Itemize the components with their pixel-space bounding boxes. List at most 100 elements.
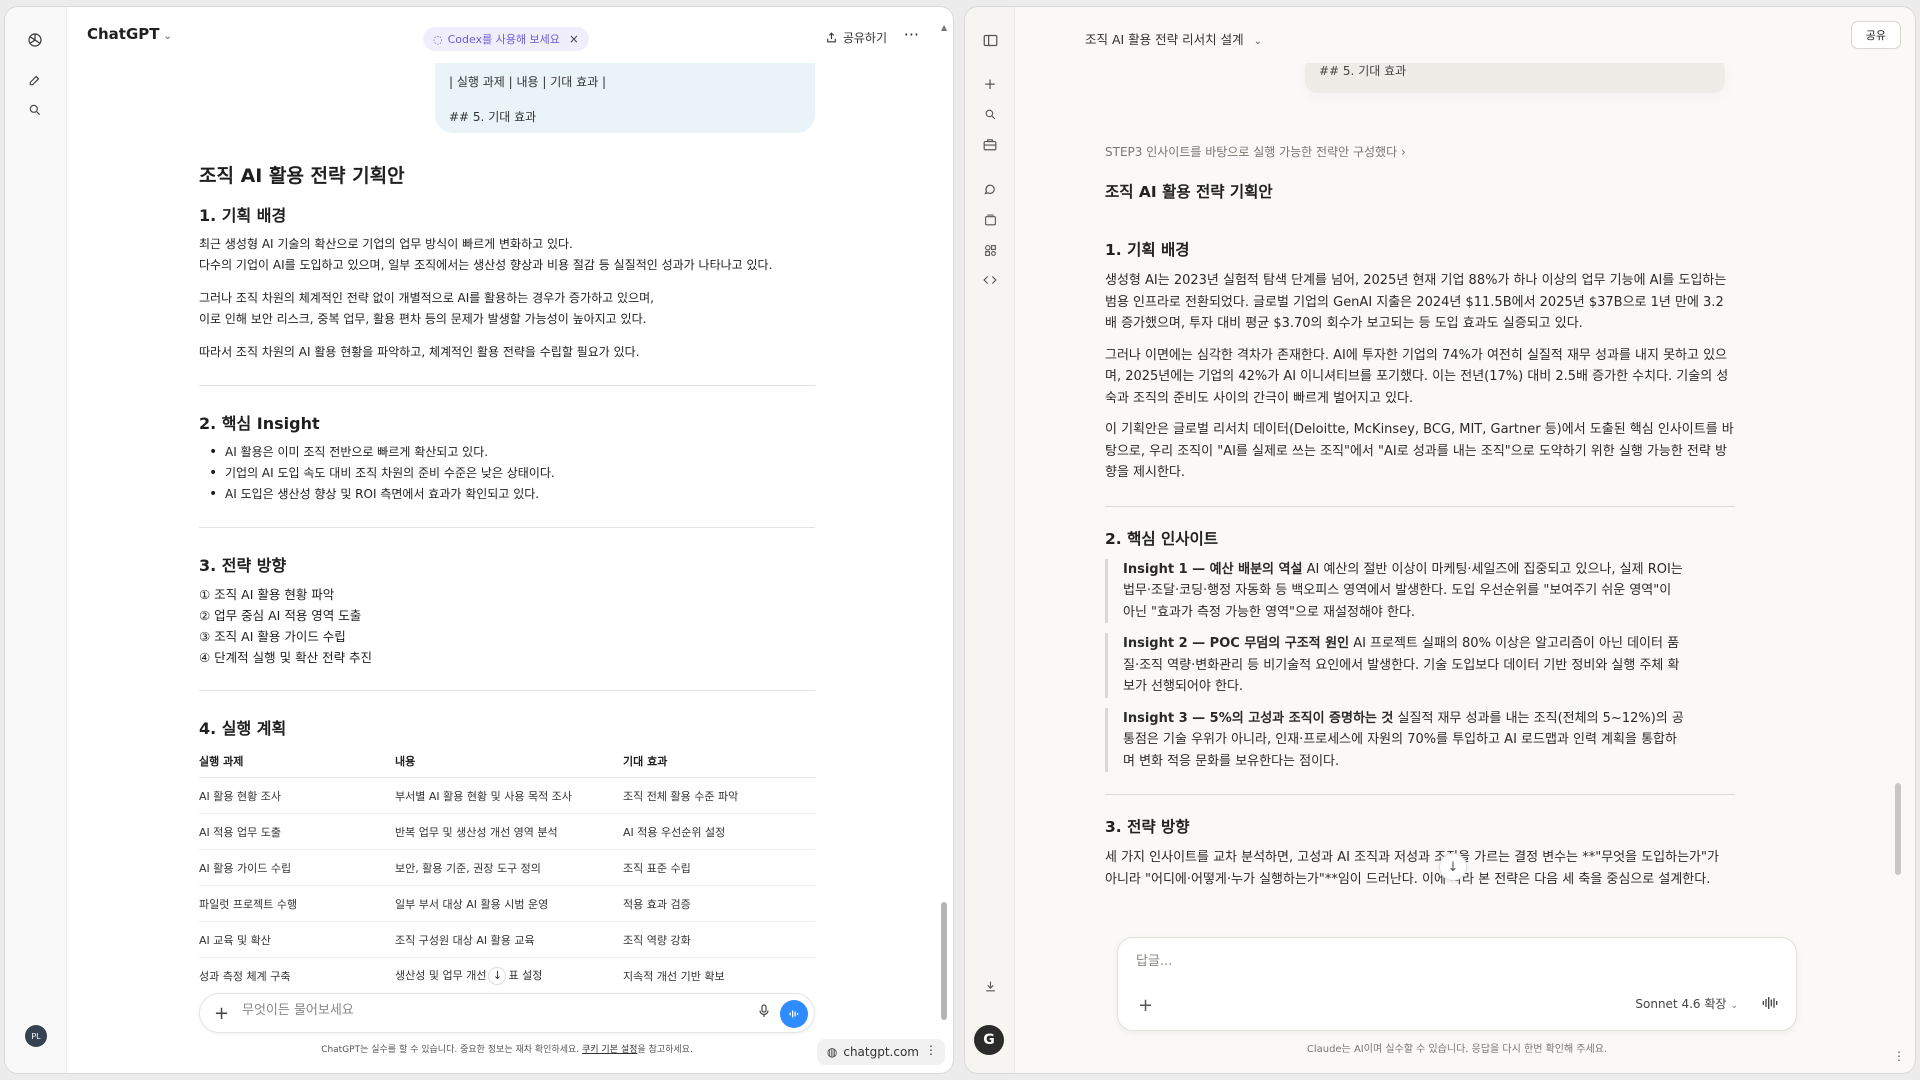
paragraph: 이로 인해 보안 리스크, 중복 업무, 활용 편차 등의 문제가 발생할 가능… — [199, 312, 647, 326]
thinking-summary[interactable]: STEP3 인사이트를 바탕으로 실행 가능한 전략안 구성했다 › — [1105, 143, 1735, 160]
chevron-right-icon: › — [1400, 145, 1406, 159]
conversation-title[interactable]: 조직 AI 활용 전략 리서치 설계 ⌄ — [1085, 29, 1262, 48]
section-heading: 1. 기획 배경 — [1105, 241, 1190, 259]
strategy-list: ① 조직 AI 활용 현황 파악 ② 업무 중심 AI 적용 영역 도출 ③ 조… — [199, 584, 815, 668]
section-heading: 4. 실행 계획 — [199, 719, 287, 738]
paragraph: 다수의 기업이 AI를 도입하고 있으며, 일부 조직에서는 생산성 향상과 비… — [199, 258, 773, 272]
insight-quote: Insight 2 — POC 무덤의 구조적 원인 AI 프로젝트 실패의 8… — [1105, 633, 1685, 698]
model-selector[interactable]: ChatGPT ⌄ — [87, 25, 172, 43]
assistant-response: 조직 AI 활용 전략 기획안 1. 기획 배경 최근 생성형 AI 기술의 확… — [199, 161, 815, 987]
section-heading: 3. 전략 방향 — [1105, 818, 1190, 836]
sidebar-toggle-icon[interactable] — [975, 25, 1005, 55]
brand-label: ChatGPT — [87, 25, 160, 43]
insight-quote: Insight 1 — 예산 배분의 역설 AI 예산의 절반 이상이 마케팅·… — [1105, 558, 1685, 623]
cookie-settings-link[interactable]: 쿠키 기본 설정 — [582, 1045, 637, 1055]
user-avatar[interactable]: G — [974, 1025, 1004, 1055]
waveform-icon — [789, 1010, 799, 1018]
chat-composer[interactable]: + — [199, 993, 815, 1033]
new-chat-plus-icon[interactable]: + — [975, 69, 1005, 99]
new-chat-icon[interactable] — [20, 65, 50, 95]
scrollbar-track[interactable]: ▲ — [941, 23, 949, 1003]
scrollbar-thumb[interactable] — [941, 902, 947, 1020]
table-row: 파일럿 프로젝트 수행 일부 부서 대상 AI 활용 시범 운영 적용 효과 검… — [199, 885, 815, 922]
code-icon[interactable] — [975, 265, 1005, 295]
share-button[interactable]: 공유 — [1850, 21, 1901, 49]
model-label: Sonnet 4.6 확장 — [1635, 997, 1727, 1011]
list-item: AI 도입은 생산성 향상 및 ROI 측면에서 효과가 확인되고 있다. — [199, 484, 815, 505]
briefcase-icon[interactable] — [975, 129, 1005, 159]
table-cell: AI 적용 우선순위 설정 — [623, 813, 815, 850]
chevron-down-icon: ⌄ — [1730, 1001, 1738, 1011]
table-cell: 조직 역량 강화 — [623, 921, 815, 958]
share-icon — [826, 32, 836, 43]
insight-title: Insight 3 — 5%의 고성과 조직이 증명하는 것 — [1123, 710, 1394, 726]
chats-icon[interactable] — [975, 175, 1005, 205]
insight-title: Insight 1 — 예산 배분의 역설 — [1123, 561, 1303, 577]
chatgpt-conversation[interactable]: | 실행 과제 | 내용 | 기대 효과 | ## 5. 기대 효과 조직 AI… — [67, 63, 937, 987]
insight-title: Insight 2 — POC 무덤의 구조적 원인 — [1123, 636, 1350, 651]
table-cell: AI 적용 업무 도출 — [199, 813, 395, 850]
table-row: AI 활용 현황 조사 부서별 AI 활용 현황 및 사용 목적 조사 조직 전… — [199, 777, 815, 814]
column-header: 내용 — [395, 747, 623, 778]
execution-plan-table: 실행 과제 내용 기대 효과 AI 활용 현황 조사 부서별 AI 활용 현황 … — [199, 747, 815, 987]
claude-header: 조직 AI 활용 전략 리서치 설계 ⌄ 공유 — [1015, 7, 1915, 63]
user-message-bubble: ## 5. 기대 효과 — [1305, 63, 1725, 93]
more-options-icon[interactable]: ··· — [904, 25, 919, 44]
column-header: 기대 효과 — [623, 747, 815, 778]
section-heading: 3. 전략 방향 — [199, 556, 287, 575]
user-avatar[interactable]: PL — [25, 1025, 47, 1047]
assistant-response: STEP3 인사이트를 바탕으로 실행 가능한 전략안 구성했다 › 조직 AI… — [1105, 143, 1735, 890]
artifacts-icon[interactable] — [975, 235, 1005, 265]
section-heading: 1. 기획 배경 — [199, 206, 287, 225]
insight-quote: Insight 3 — 5%의 고성과 조직이 증명하는 것 실질적 재무 성과… — [1105, 707, 1685, 772]
reply-composer[interactable]: + Sonnet 4.6 확장⌄ — [1117, 937, 1797, 1031]
table-cell: 조직 전체 활용 수준 파악 — [623, 777, 815, 814]
projects-icon[interactable] — [975, 205, 1005, 235]
scroll-to-bottom-icon[interactable]: ↓ — [1439, 853, 1467, 881]
scroll-down-icon[interactable]: ↓ — [488, 966, 507, 985]
cell-text: 생산성 및 업무 개선 — [395, 968, 487, 982]
microphone-icon[interactable] — [758, 1004, 770, 1022]
table-cell: 조직 표준 수립 — [623, 849, 815, 886]
insight-list: AI 활용은 이미 조직 전반으로 빠르게 확산되고 있다. 기업의 AI 도입… — [199, 442, 815, 505]
add-attachment-icon[interactable]: + — [214, 1003, 229, 1024]
voice-mode-button[interactable] — [780, 1000, 808, 1028]
codex-promo-pill[interactable]: ◌ Codex를 사용해 보세요 × — [423, 27, 589, 51]
voice-waveform-icon[interactable] — [1762, 996, 1778, 1014]
table-cell: AI 활용 현황 조사 — [199, 777, 395, 814]
cell-text-suffix: 표 설정 — [508, 968, 543, 982]
model-selector[interactable]: Sonnet 4.6 확장 ⌄ — [1635, 995, 1738, 1012]
thinking-summary-label: STEP3 인사이트를 바탕으로 실행 가능한 전략안 구성했다 — [1105, 145, 1398, 159]
scroll-up-arrow-icon[interactable]: ▲ — [941, 23, 947, 32]
paragraph: 따라서 조직 차원의 AI 활용 현황을 파악하고, 체계적인 활용 전략을 수… — [199, 345, 640, 359]
scrollbar-thumb[interactable] — [1895, 783, 1901, 875]
site-badge[interactable]: ◍ chatgpt.com ⋮ — [816, 1039, 945, 1065]
share-button[interactable]: 공유하기 — [825, 29, 887, 46]
download-icon[interactable] — [975, 971, 1005, 1001]
share-label: 공유하기 — [842, 31, 887, 45]
table-cell: 성과 측정 체계 구축 — [199, 957, 395, 987]
add-attachment-icon[interactable]: + — [1138, 995, 1153, 1016]
paragraph: 세 가지 인사이트를 교차 분석하면, 고성과 AI 조직과 저성과 조직을 가… — [1105, 850, 1719, 887]
list-item: 기업의 AI 도입 속도 대비 조직 차원의 준비 수준은 낮은 상태이다. — [199, 463, 815, 484]
search-icon[interactable] — [20, 95, 50, 125]
openai-logo-icon[interactable] — [20, 25, 50, 55]
paragraph: 그러나 조직 차원의 체계적인 전략 없이 개별적으로 AI를 활용하는 경우가… — [199, 291, 654, 305]
reply-input[interactable] — [1136, 954, 1736, 969]
more-vertical-icon[interactable]: ⋮ — [925, 1043, 937, 1057]
table-cell: 반복 업무 및 생산성 개선 영역 분석 — [395, 813, 623, 850]
disclaimer: ChatGPT는 실수를 할 수 있습니다. 중요한 정보는 재차 확인하세요.… — [199, 1042, 815, 1055]
claude-conversation[interactable]: ## 5. 기대 효과 STEP3 인사이트를 바탕으로 실행 가능한 전략안 … — [1015, 63, 1899, 963]
list-item: ④ 단계적 실행 및 확산 전략 추진 — [199, 650, 373, 665]
table-cell: 부서별 AI 활용 현황 및 사용 목적 조사 — [395, 777, 623, 814]
table-cell: AI 활용 가이드 수립 — [199, 849, 395, 886]
search-icon[interactable] — [975, 99, 1005, 129]
more-vertical-icon[interactable]: ⋮ — [1893, 1049, 1905, 1063]
divider — [1105, 505, 1735, 507]
disclaimer-text: ChatGPT는 실수를 할 수 있습니다. 중요한 정보는 재차 확인하세요. — [321, 1045, 583, 1055]
list-item: ① 조직 AI 활용 현황 파악 — [199, 587, 335, 602]
close-icon[interactable]: × — [569, 32, 579, 46]
globe-icon: ◍ — [826, 1045, 838, 1059]
conversation-title-label: 조직 AI 활용 전략 리서치 설계 — [1085, 32, 1244, 47]
prompt-input[interactable] — [242, 1003, 702, 1018]
